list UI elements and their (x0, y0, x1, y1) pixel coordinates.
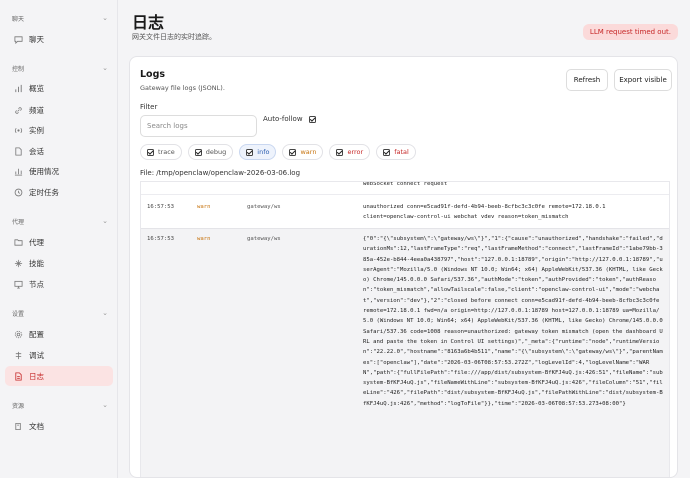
gear-icon (13, 329, 23, 339)
sidebar: 聊天 ⌄ 聊天 控制 ⌄ 概览 频道 实例 会话 使用情况 定时任务 代理 ⌄ 代理 … (0, 0, 118, 478)
log-row: webSocket connect request (141, 181, 669, 194)
log-level: warn (197, 204, 211, 210)
nav-group-chat[interactable]: 聊天 ⌄ (0, 13, 118, 23)
log-time: 16:57:53 (147, 204, 174, 210)
log-time: 16:57:53 (147, 236, 174, 242)
log-file-path: File: /tmp/openclaw/openclaw-2026-03-06.… (140, 169, 301, 177)
auto-follow-toggle[interactable]: Auto-follow (263, 115, 316, 123)
chevron-down-icon: ⌄ (102, 14, 108, 22)
log-message: {"0":"{\"subsystem\":\"gateway/ws\"}","1… (363, 236, 667, 407)
sidebar-item-instances[interactable]: 实例 (5, 120, 113, 140)
log-row: 16:57:53 warn gateway/ws {"0":"{\"subsys… (141, 228, 669, 477)
folder-icon (13, 237, 23, 247)
error-toast: LLM request timed out. (582, 24, 678, 40)
level-chip-info[interactable]: info (239, 144, 277, 160)
nav-group-control[interactable]: 控制 ⌄ (0, 63, 118, 73)
stats-icon (13, 166, 23, 176)
sidebar-item-agents[interactable]: 代理 (5, 232, 113, 252)
debug-checkbox[interactable] (194, 148, 202, 156)
sidebar-item-overview[interactable]: 概览 (5, 78, 113, 98)
chevron-down-icon: ⌄ (102, 401, 108, 409)
sidebar-item-usage[interactable]: 使用情况 (5, 161, 113, 181)
logs-card: Logs Gateway file logs (JSONL). Refresh … (129, 56, 678, 478)
search-input[interactable] (140, 115, 257, 137)
log-row: 16:57:53 warn gateway/ws unauthorized co… (141, 194, 669, 228)
level-filters: trace debug info warn error fatal (140, 144, 416, 160)
trace-checkbox[interactable] (147, 148, 154, 156)
refresh-button[interactable]: Refresh (566, 69, 608, 91)
chevron-down-icon: ⌄ (102, 217, 108, 225)
log-message: unauthorized conn=e5cad91f-defd-4b94-bee… (363, 204, 606, 221)
sidebar-item-chat[interactable]: 聊天 (5, 29, 113, 49)
card-subtitle: Gateway file logs (JSONL). (140, 84, 225, 92)
nav-group-agents[interactable]: 代理 ⌄ (0, 216, 118, 226)
page-title: 日志 (132, 13, 165, 32)
log-icon (13, 371, 23, 381)
sidebar-item-cron[interactable]: 定时任务 (5, 182, 113, 202)
sidebar-item-skills[interactable]: 技能 (5, 253, 113, 273)
nav-group-resources[interactable]: 资源 ⌄ (0, 400, 118, 410)
fatal-checkbox[interactable] (383, 148, 391, 156)
chat-icon (13, 34, 23, 44)
sidebar-item-channels[interactable]: 频道 (5, 100, 113, 120)
log-list[interactable]: webSocket connect request 16:57:53 warn … (140, 181, 670, 477)
chevron-down-icon: ⌄ (102, 64, 108, 72)
radio-icon (13, 125, 23, 135)
sidebar-item-debug[interactable]: 调试 (5, 345, 113, 365)
bug-icon (13, 350, 23, 360)
log-subsystem: gateway/ws (247, 236, 281, 242)
clock-icon (13, 187, 23, 197)
sidebar-item-logs[interactable]: 日志 (5, 366, 113, 386)
book-icon (13, 421, 23, 431)
info-checkbox[interactable] (246, 148, 254, 156)
sparkle-icon (13, 258, 23, 268)
sidebar-item-docs[interactable]: 文档 (5, 416, 113, 436)
card-title: Logs (140, 69, 166, 80)
log-message: webSocket connect request (363, 181, 448, 187)
nav-group-settings[interactable]: 设置 ⌄ (0, 308, 118, 318)
level-chip-error[interactable]: error (329, 144, 371, 160)
document-icon (13, 146, 23, 156)
export-visible-button[interactable]: Export visible (614, 69, 672, 91)
filter-label: Filter (140, 103, 158, 111)
error-checkbox[interactable] (336, 148, 344, 156)
page-subtitle: 网关文件日志的实时追踪。 (132, 33, 216, 41)
log-subsystem: gateway/ws (247, 204, 281, 210)
level-chip-warn[interactable]: warn (282, 144, 324, 160)
warn-checkbox[interactable] (289, 148, 297, 156)
main-content: 日志 网关文件日志的实时追踪。 LLM request timed out. L… (118, 0, 690, 478)
sidebar-item-config[interactable]: 配置 (5, 324, 113, 344)
bar-chart-icon (13, 83, 23, 93)
sidebar-item-sessions[interactable]: 会话 (5, 141, 113, 161)
sidebar-item-nodes[interactable]: 节点 (5, 274, 113, 294)
chevron-down-icon: ⌄ (102, 309, 108, 317)
level-chip-trace[interactable]: trace (140, 144, 182, 160)
auto-follow-checkbox[interactable] (308, 115, 316, 123)
link-icon (13, 105, 23, 115)
level-chip-debug[interactable]: debug (187, 144, 234, 160)
monitor-icon (13, 279, 23, 289)
log-level: warn (197, 236, 211, 242)
level-chip-fatal[interactable]: fatal (376, 144, 416, 160)
